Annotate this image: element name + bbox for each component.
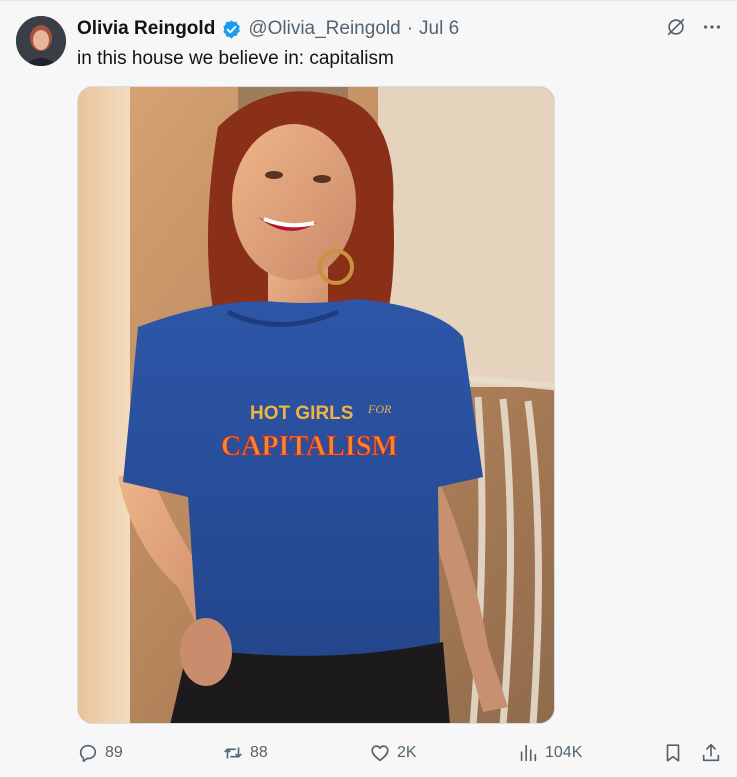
views-icon <box>520 744 537 762</box>
avatar-image <box>16 16 66 66</box>
reply-button[interactable]: 89 <box>77 736 123 770</box>
reply-count: 89 <box>105 744 123 761</box>
share-icon <box>702 743 720 762</box>
repost-icon <box>224 747 242 759</box>
repost-button[interactable]: 88 <box>222 736 268 770</box>
photo-content: HOT GIRLS FOR CAPITALISM <box>78 87 554 723</box>
divider <box>0 0 737 1</box>
bookmark-button[interactable] <box>662 736 684 770</box>
like-count: 2K <box>397 744 417 761</box>
tweet-top-actions <box>665 16 723 38</box>
verified-badge-icon <box>221 19 242 40</box>
shirt-text-line2: CAPITALISM <box>221 431 398 462</box>
bookmark-icon <box>666 744 680 762</box>
like-icon <box>371 745 389 762</box>
tweet-actions: 89 88 2K 104K <box>0 736 737 770</box>
shirt-text-script: FOR <box>367 402 392 416</box>
views-button[interactable]: 104K <box>517 736 582 770</box>
separator-dot: · <box>406 18 414 39</box>
like-button[interactable]: 2K <box>369 736 417 770</box>
tweet-photo[interactable]: HOT GIRLS FOR CAPITALISM <box>77 86 555 724</box>
tweet-header: Olivia Reingold @Olivia_Reingold · Jul 6 <box>77 18 459 40</box>
reply-icon <box>79 744 97 763</box>
user-handle[interactable]: @Olivia_Reingold <box>248 18 400 40</box>
grok-icon[interactable] <box>665 16 687 38</box>
views-count: 104K <box>545 744 583 761</box>
tweet-card[interactable]: Olivia Reingold @Olivia_Reingold · Jul 6 <box>0 0 737 777</box>
shirt-text-line1: HOT GIRLS <box>250 403 353 424</box>
avatar[interactable] <box>16 16 66 66</box>
share-button[interactable] <box>700 736 722 770</box>
tweet-date[interactable]: Jul 6 <box>419 18 459 40</box>
more-icon[interactable] <box>701 16 723 38</box>
tweet-text: in this house we believe in: capitalism <box>77 48 394 69</box>
display-name[interactable]: Olivia Reingold <box>77 18 215 40</box>
repost-count: 88 <box>250 744 268 761</box>
